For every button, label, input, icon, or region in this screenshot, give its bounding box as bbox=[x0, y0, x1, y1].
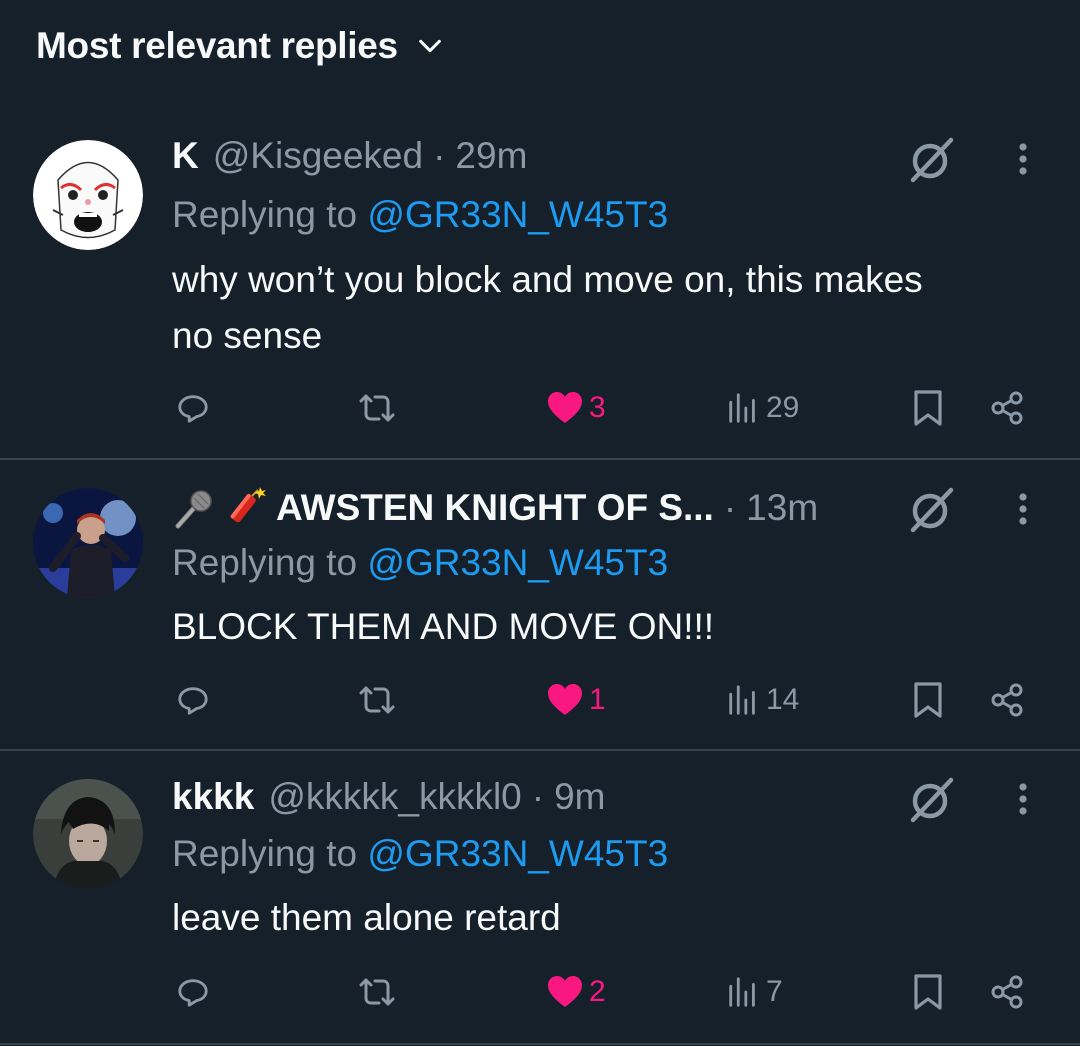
reply-icon bbox=[176, 391, 210, 425]
replying-prefix: Replying to bbox=[172, 542, 368, 583]
reply-button[interactable] bbox=[176, 967, 210, 1017]
timestamp[interactable]: 29m bbox=[455, 135, 527, 177]
share-button[interactable] bbox=[989, 675, 1025, 725]
reply-button[interactable] bbox=[176, 675, 210, 725]
share-icon bbox=[989, 682, 1025, 718]
firecracker-emoji bbox=[224, 486, 268, 530]
repost-icon bbox=[357, 390, 397, 426]
views-count: 14 bbox=[766, 683, 800, 716]
repost-button[interactable] bbox=[357, 383, 397, 433]
bookmark-icon bbox=[912, 681, 944, 719]
separator-dot: · bbox=[433, 135, 446, 176]
reply-item[interactable]: AWSTEN KNIGHT OF S... · 13m Replying to … bbox=[0, 460, 1080, 749]
timestamp[interactable]: 9m bbox=[554, 776, 605, 818]
replying-to: Replying to @GR33N_W45T3 bbox=[172, 833, 668, 875]
views-button[interactable]: 14 bbox=[726, 675, 799, 725]
user-handle[interactable]: @Kisgeeked bbox=[213, 135, 423, 177]
repost-icon bbox=[357, 682, 397, 718]
reply-meta: K @Kisgeeked · 29m bbox=[172, 131, 527, 181]
replying-to: Replying to @GR33N_W45T3 bbox=[172, 194, 668, 236]
like-count: 1 bbox=[589, 683, 606, 716]
grok-icon[interactable] bbox=[905, 482, 959, 536]
grok-icon[interactable] bbox=[905, 132, 959, 186]
mention-link[interactable]: @GR33N_W45T3 bbox=[367, 194, 668, 235]
more-vertical-icon[interactable] bbox=[1008, 482, 1038, 536]
display-name[interactable]: K bbox=[172, 135, 199, 177]
reply-text: BLOCK THEM AND MOVE ON!!! bbox=[172, 599, 1042, 655]
like-button[interactable]: 1 bbox=[547, 675, 606, 725]
divider bbox=[0, 1043, 1080, 1045]
like-count: 2 bbox=[589, 975, 606, 1008]
user-handle[interactable]: @kkkkk_kkkkl0 bbox=[268, 776, 521, 818]
mention-link[interactable]: @GR33N_W45T3 bbox=[367, 833, 668, 874]
heart-icon bbox=[547, 683, 583, 717]
mention-link[interactable]: @GR33N_W45T3 bbox=[367, 542, 668, 583]
repost-icon bbox=[357, 974, 397, 1010]
views-icon bbox=[726, 975, 760, 1009]
like-count: 3 bbox=[589, 391, 606, 424]
share-button[interactable] bbox=[989, 383, 1025, 433]
share-icon bbox=[989, 974, 1025, 1010]
replying-prefix: Replying to bbox=[172, 194, 368, 235]
sort-label: Most relevant replies bbox=[36, 25, 398, 66]
bookmark-button[interactable] bbox=[912, 675, 944, 725]
timestamp[interactable]: 13m bbox=[746, 487, 818, 529]
reply-text-line: leave them alone retard bbox=[172, 897, 561, 938]
heart-icon bbox=[547, 391, 583, 425]
repost-button[interactable] bbox=[357, 675, 397, 725]
reply-meta: kkkk @kkkkk_kkkkl0 · 9m bbox=[172, 772, 605, 822]
views-icon bbox=[726, 391, 760, 425]
bookmark-icon bbox=[912, 389, 944, 427]
action-bar: 2 7 bbox=[0, 967, 1080, 1017]
display-name[interactable]: AWSTEN KNIGHT OF S... bbox=[276, 487, 714, 529]
display-name[interactable]: kkkk bbox=[172, 776, 254, 818]
sort-selector[interactable]: Most relevant replies bbox=[36, 22, 444, 70]
chevron-down-icon bbox=[416, 32, 444, 60]
avatar[interactable] bbox=[33, 779, 143, 889]
reply-button[interactable] bbox=[176, 383, 210, 433]
reply-text: why won’t you block and move on, this ma… bbox=[172, 252, 1042, 364]
views-count: 29 bbox=[766, 391, 800, 424]
views-button[interactable]: 29 bbox=[726, 383, 799, 433]
replying-to: Replying to @GR33N_W45T3 bbox=[172, 542, 668, 584]
action-bar: 3 29 bbox=[0, 383, 1080, 433]
reply-text-line: no sense bbox=[172, 315, 323, 356]
separator-dot: · bbox=[723, 487, 737, 528]
action-bar: 1 14 bbox=[0, 675, 1080, 725]
reply-text-line: why won’t you block and move on, this ma… bbox=[172, 259, 923, 300]
reply-item[interactable]: K @Kisgeeked · 29m Replying to @GR33N_W4… bbox=[0, 110, 1080, 458]
avatar[interactable] bbox=[33, 140, 143, 250]
like-button[interactable]: 3 bbox=[547, 383, 606, 433]
views-count: 7 bbox=[766, 975, 783, 1008]
reply-text: leave them alone retard bbox=[172, 890, 1042, 946]
bookmark-button[interactable] bbox=[912, 383, 944, 433]
views-icon bbox=[726, 683, 760, 717]
share-button[interactable] bbox=[989, 967, 1025, 1017]
separator-dot: · bbox=[531, 776, 545, 817]
grok-icon[interactable] bbox=[905, 772, 959, 826]
reply-icon bbox=[176, 683, 210, 717]
microphone-emoji bbox=[172, 486, 216, 530]
reply-icon bbox=[176, 975, 210, 1009]
avatar[interactable] bbox=[33, 488, 143, 598]
share-icon bbox=[989, 390, 1025, 426]
reply-text-line: BLOCK THEM AND MOVE ON!!! bbox=[172, 606, 715, 647]
more-vertical-icon[interactable] bbox=[1008, 132, 1038, 186]
repost-button[interactable] bbox=[357, 967, 397, 1017]
like-button[interactable]: 2 bbox=[547, 967, 606, 1017]
reply-item[interactable]: kkkk @kkkkk_kkkkl0 · 9m Replying to @GR3… bbox=[0, 751, 1080, 1043]
heart-icon bbox=[547, 975, 583, 1009]
views-button[interactable]: 7 bbox=[726, 967, 783, 1017]
more-vertical-icon[interactable] bbox=[1008, 772, 1038, 826]
reply-meta: AWSTEN KNIGHT OF S... · 13m bbox=[172, 483, 818, 533]
bookmark-icon bbox=[912, 973, 944, 1011]
replying-prefix: Replying to bbox=[172, 833, 368, 874]
bookmark-button[interactable] bbox=[912, 967, 944, 1017]
